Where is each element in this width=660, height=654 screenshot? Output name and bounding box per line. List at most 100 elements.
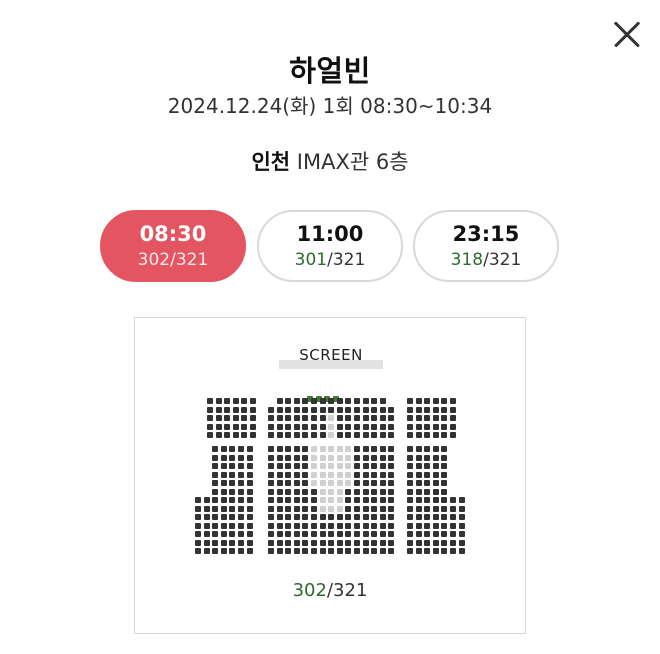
seat	[276, 423, 283, 430]
seat	[441, 514, 448, 520]
seat	[311, 423, 317, 430]
seat	[229, 454, 236, 461]
seat	[424, 497, 431, 503]
seat	[311, 522, 317, 529]
seat	[336, 415, 343, 421]
seat	[432, 446, 439, 452]
showtime-button-1100[interactable]: 11:00 301/321	[257, 210, 403, 282]
seat	[415, 415, 422, 421]
seat	[229, 505, 236, 512]
seat	[268, 488, 274, 495]
showtime-time: 23:15	[452, 222, 520, 246]
seat	[432, 488, 439, 495]
seat	[293, 522, 300, 529]
seat	[195, 505, 201, 512]
seat	[328, 497, 335, 503]
seat	[319, 423, 326, 430]
seat	[293, 432, 300, 438]
seat	[293, 463, 300, 469]
seat	[285, 454, 292, 461]
seat	[328, 432, 335, 438]
seat	[268, 432, 274, 438]
seat	[388, 432, 395, 438]
seat	[415, 398, 422, 404]
seat	[268, 531, 274, 537]
seat	[293, 454, 300, 461]
seat	[441, 531, 448, 537]
seat	[458, 531, 465, 537]
seat	[328, 446, 335, 452]
seat-count-remaining: 302	[292, 580, 327, 601]
seat	[450, 514, 456, 520]
seat	[450, 531, 456, 537]
seat	[432, 398, 439, 404]
seat	[195, 539, 201, 546]
seat	[276, 480, 283, 486]
seat	[246, 480, 253, 486]
show-datetime: 2024.12.24(화) 1회 08:30~10:34	[167, 94, 493, 118]
showtime-remaining: 302	[137, 250, 171, 270]
seat	[238, 454, 244, 461]
seat	[328, 406, 335, 413]
seat	[379, 454, 386, 461]
seat	[345, 522, 352, 529]
seat	[195, 497, 201, 503]
seat	[319, 497, 326, 503]
seat	[362, 548, 369, 554]
seat	[302, 522, 309, 529]
seat	[319, 531, 326, 537]
seat	[415, 471, 422, 478]
seat	[441, 505, 448, 512]
showtime-button-2315[interactable]: 23:15 318/321	[413, 210, 559, 282]
seat	[229, 514, 236, 520]
seat	[362, 488, 369, 495]
seat	[354, 471, 360, 478]
seat	[362, 539, 369, 546]
seat	[319, 463, 326, 469]
seat	[407, 480, 413, 486]
seat	[246, 505, 253, 512]
seat	[354, 488, 360, 495]
seat	[379, 522, 386, 529]
seat	[212, 480, 219, 486]
seat	[379, 497, 386, 503]
seat	[203, 548, 210, 554]
seat	[276, 548, 283, 554]
seat	[311, 539, 317, 546]
seat	[246, 471, 253, 478]
seat	[362, 531, 369, 537]
seat	[212, 446, 219, 452]
seat	[207, 406, 213, 413]
seat	[407, 488, 413, 495]
seat	[371, 423, 378, 430]
seat	[207, 423, 213, 430]
seat	[203, 522, 210, 529]
seat	[241, 415, 248, 421]
seat	[276, 454, 283, 461]
seat	[268, 471, 274, 478]
seat	[207, 398, 213, 404]
seat	[229, 539, 236, 546]
seat	[311, 548, 317, 554]
seat	[388, 454, 395, 461]
seat	[246, 488, 253, 495]
seat	[268, 548, 274, 554]
seat	[424, 522, 431, 529]
seat	[224, 406, 231, 413]
seat	[415, 463, 422, 469]
seat	[250, 432, 256, 438]
seat	[285, 446, 292, 452]
seat	[229, 446, 236, 452]
seat	[238, 505, 244, 512]
seat	[432, 415, 439, 421]
showtime-button-0830[interactable]: 08:30 302/321	[100, 210, 246, 282]
seat	[285, 539, 292, 546]
seat	[311, 406, 317, 413]
seat	[379, 488, 386, 495]
seat	[302, 488, 309, 495]
seat	[345, 488, 352, 495]
seat	[268, 505, 274, 512]
seat	[450, 415, 456, 421]
seat	[328, 539, 335, 546]
seat	[250, 398, 256, 404]
